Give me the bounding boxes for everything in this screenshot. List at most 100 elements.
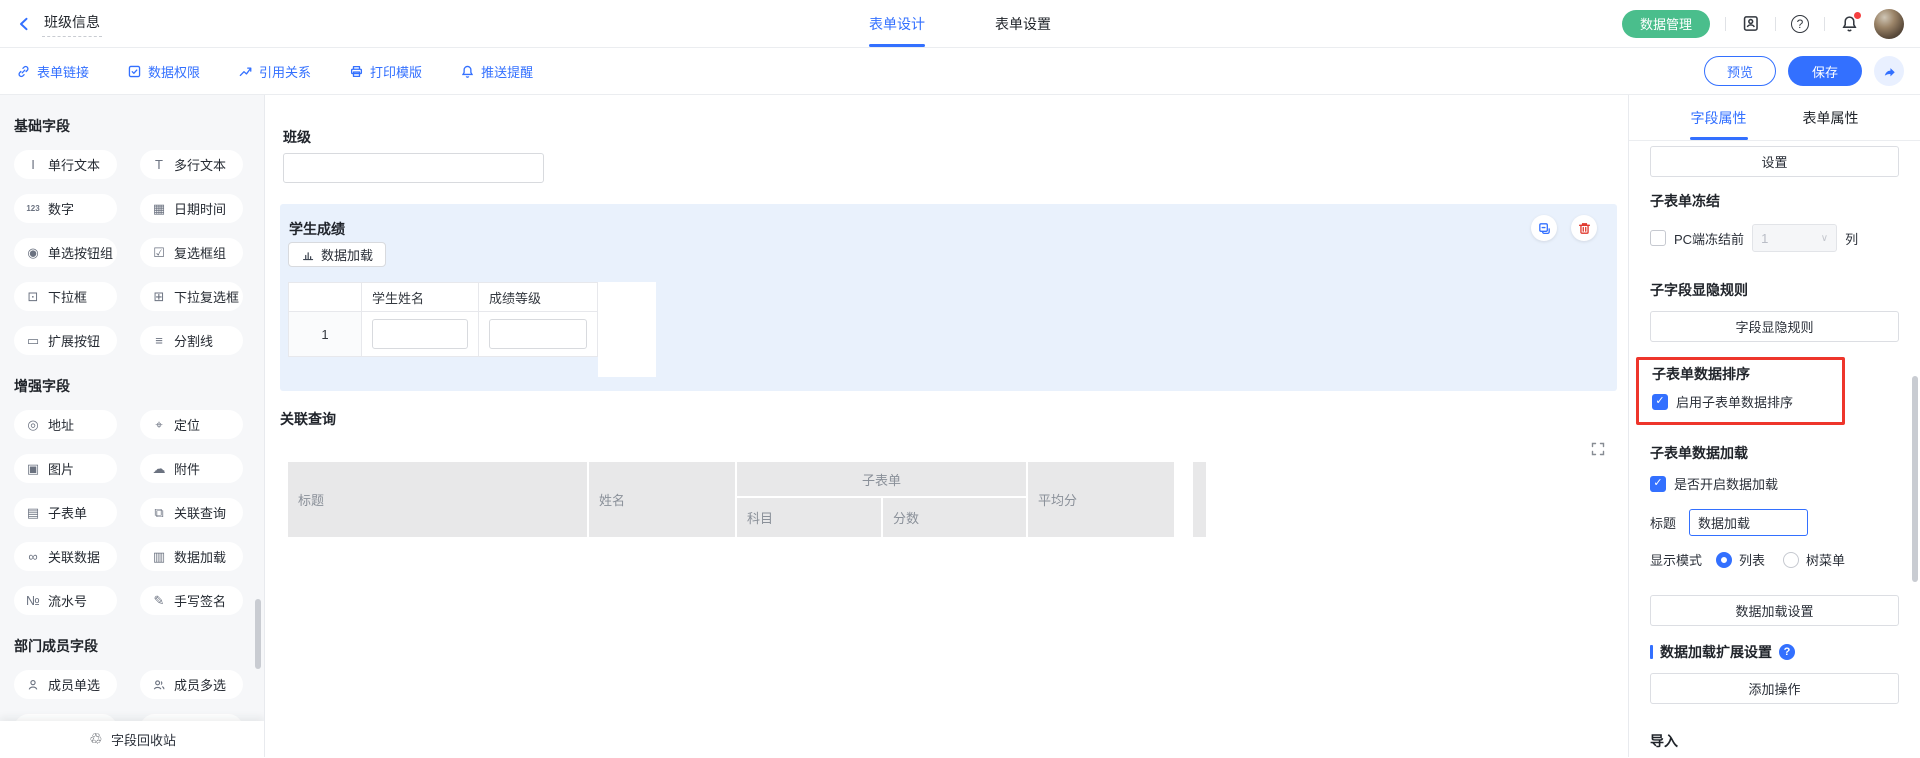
sidebar-item-datetime[interactable]: ▦日期时间 bbox=[140, 194, 243, 223]
display-list-radio[interactable] bbox=[1716, 552, 1732, 568]
main-area: 基础字段 I单行文本 T多行文本 123数字 ▦日期时间 ◉单选按钮组 ☑复选框… bbox=[0, 95, 1920, 757]
display-tree-radio[interactable] bbox=[1783, 552, 1799, 568]
preview-button[interactable]: 预览 bbox=[1704, 56, 1776, 86]
visibility-rules-button[interactable]: 字段显隐规则 bbox=[1650, 311, 1899, 342]
freeze-column-select[interactable]: 1 ∨ bbox=[1752, 224, 1837, 252]
sidebar-item-extend-button[interactable]: ▭扩展按钮 bbox=[14, 326, 117, 355]
assoc-query-icon: ⧉ bbox=[151, 506, 167, 519]
student-name-input[interactable] bbox=[372, 319, 468, 349]
back-chevron-icon bbox=[16, 16, 32, 32]
assoc-table-scroll-column bbox=[1193, 462, 1206, 537]
grade-input[interactable] bbox=[489, 319, 587, 349]
sidebar-item-image[interactable]: ▣图片 bbox=[14, 454, 117, 483]
sidebar-item-member-multi[interactable]: 成员多选 bbox=[140, 670, 243, 699]
multi-select-icon: ⊞ bbox=[151, 290, 167, 303]
form-canvas[interactable]: 班级 学生成绩 数据加载 bbox=[265, 95, 1628, 757]
sidebar-item-data-load[interactable]: ▥数据加载 bbox=[140, 542, 243, 571]
sidebar-item-number[interactable]: 123数字 bbox=[14, 194, 117, 223]
panel-scrollbar[interactable] bbox=[1912, 376, 1918, 582]
data-permission-action[interactable]: 数据权限 bbox=[127, 62, 200, 81]
select-icon: ⊡ bbox=[25, 290, 41, 303]
sidebar-item-subform[interactable]: ▤子表单 bbox=[14, 498, 117, 527]
sort-checkbox[interactable] bbox=[1652, 394, 1668, 410]
subform-student-grades[interactable]: 学生成绩 数据加载 bbox=[280, 204, 1617, 391]
push-icon bbox=[460, 64, 475, 79]
data-load-settings-button[interactable]: 数据加载设置 bbox=[1650, 595, 1899, 626]
add-action-button[interactable]: 添加操作 bbox=[1650, 673, 1899, 704]
sidebar-item-serial-number[interactable]: №流水号 bbox=[14, 586, 117, 615]
print-template-action[interactable]: 打印模版 bbox=[349, 62, 422, 81]
image-icon: ▣ bbox=[25, 462, 41, 475]
sidebar-item-checkbox-group[interactable]: ☑复选框组 bbox=[140, 238, 243, 267]
class-field-label: 班级 bbox=[283, 127, 311, 147]
form-toolbar: 表单链接 数据权限 引用关系 打印模版 推送提醒 bbox=[0, 48, 1920, 95]
student-name-header: 学生姓名 bbox=[361, 282, 479, 312]
subform-icon: ▤ bbox=[25, 506, 41, 519]
data-manage-button[interactable]: 数据管理 bbox=[1622, 10, 1710, 38]
help-icon[interactable]: ? bbox=[1791, 15, 1809, 33]
number-icon: 123 bbox=[25, 205, 41, 213]
copy-button[interactable] bbox=[1531, 215, 1557, 241]
address-book-icon[interactable] bbox=[1741, 14, 1760, 33]
load-title-input[interactable] bbox=[1689, 509, 1808, 536]
share-button[interactable] bbox=[1874, 56, 1904, 86]
delete-button[interactable] bbox=[1571, 215, 1597, 241]
save-button[interactable]: 保存 bbox=[1788, 56, 1862, 86]
pin-icon: ◎ bbox=[25, 418, 41, 431]
class-field-input[interactable] bbox=[283, 153, 544, 183]
display-mode-label: 显示模式 bbox=[1650, 550, 1702, 569]
chain-icon: ∞ bbox=[25, 550, 41, 563]
assoc-query-title: 关联查询 bbox=[280, 409, 336, 429]
help-badge-icon[interactable]: ? bbox=[1779, 644, 1795, 660]
target-icon: ⌖ bbox=[151, 418, 167, 431]
sidebar-item-divider[interactable]: ≡分割线 bbox=[140, 326, 243, 355]
sidebar-item-location[interactable]: ⌖定位 bbox=[140, 410, 243, 439]
tab-form-properties[interactable]: 表单属性 bbox=[1803, 95, 1859, 140]
sidebar-item-member-single[interactable]: 成员单选 bbox=[14, 670, 117, 699]
checkbox-icon: ☑ bbox=[151, 246, 167, 259]
sidebar-item-address[interactable]: ◎地址 bbox=[14, 410, 117, 439]
freeze-checkbox[interactable] bbox=[1650, 230, 1666, 246]
user-avatar[interactable] bbox=[1874, 9, 1904, 39]
divider bbox=[1725, 17, 1726, 31]
permission-icon bbox=[127, 64, 142, 79]
form-link-action[interactable]: 表单链接 bbox=[16, 62, 89, 81]
field-recycle-bin[interactable]: ♲ 字段回收站 bbox=[0, 721, 264, 757]
freeze-row: PC端冻结前 1 ∨ 列 bbox=[1650, 224, 1899, 252]
property-panel: 字段属性 表单属性 设置 子表单冻结 PC端冻结前 1 ∨ 列 子字段显隐规则 … bbox=[1628, 95, 1920, 757]
cloud-icon: ☁ bbox=[151, 462, 167, 475]
sidebar-item-assoc-data[interactable]: ∞关联数据 bbox=[14, 542, 117, 571]
section-member-fields: 部门成员字段 bbox=[14, 636, 264, 656]
sidebar-item-select[interactable]: ⊡下拉框 bbox=[14, 282, 117, 311]
section-enhanced-fields: 增强字段 bbox=[14, 376, 264, 396]
tab-form-settings[interactable]: 表单设置 bbox=[995, 0, 1051, 47]
sidebar-scrollbar[interactable] bbox=[255, 599, 261, 669]
reference-relation-action[interactable]: 引用关系 bbox=[238, 62, 311, 81]
settings-button[interactable]: 设置 bbox=[1650, 146, 1899, 177]
calendar-icon: ▦ bbox=[151, 202, 167, 215]
subform-table: 1 学生姓名 成绩等级 bbox=[288, 282, 656, 377]
chevron-down-icon: ∨ bbox=[1821, 233, 1828, 244]
push-reminder-action[interactable]: 推送提醒 bbox=[460, 62, 533, 81]
assoc-col-score: 分数 bbox=[883, 498, 1026, 537]
form-title[interactable]: 班级信息 bbox=[42, 10, 102, 37]
sidebar-item-multi-select[interactable]: ⊞下拉复选框 bbox=[140, 282, 243, 311]
subform-actions bbox=[1531, 215, 1597, 241]
subform-data-load-button[interactable]: 数据加载 bbox=[288, 242, 386, 267]
back-button[interactable]: 班级信息 bbox=[16, 10, 102, 37]
top-bar: 班级信息 表单设计 表单设置 数据管理 ? bbox=[0, 0, 1920, 48]
notification-bell-icon[interactable] bbox=[1840, 14, 1859, 33]
tab-field-properties[interactable]: 字段属性 bbox=[1691, 95, 1747, 140]
sidebar-item-single-text[interactable]: I单行文本 bbox=[14, 150, 117, 179]
assoc-query-table[interactable]: 标题 姓名 子表单 科目 分数 平均分 bbox=[288, 462, 1174, 537]
sidebar-item-multi-text[interactable]: T多行文本 bbox=[140, 150, 243, 179]
sidebar-item-assoc-query[interactable]: ⧉关联查询 bbox=[140, 498, 243, 527]
divider bbox=[1775, 17, 1776, 31]
tab-form-design[interactable]: 表单设计 bbox=[869, 0, 925, 47]
data-load-checkbox[interactable] bbox=[1650, 476, 1666, 492]
sidebar-item-signature[interactable]: ✎手写签名 bbox=[140, 586, 243, 615]
sidebar-item-attachment[interactable]: ☁附件 bbox=[140, 454, 243, 483]
fullscreen-icon[interactable] bbox=[1590, 441, 1606, 457]
sidebar-item-radio-group[interactable]: ◉单选按钮组 bbox=[14, 238, 117, 267]
property-tabs: 字段属性 表单属性 bbox=[1629, 95, 1920, 141]
